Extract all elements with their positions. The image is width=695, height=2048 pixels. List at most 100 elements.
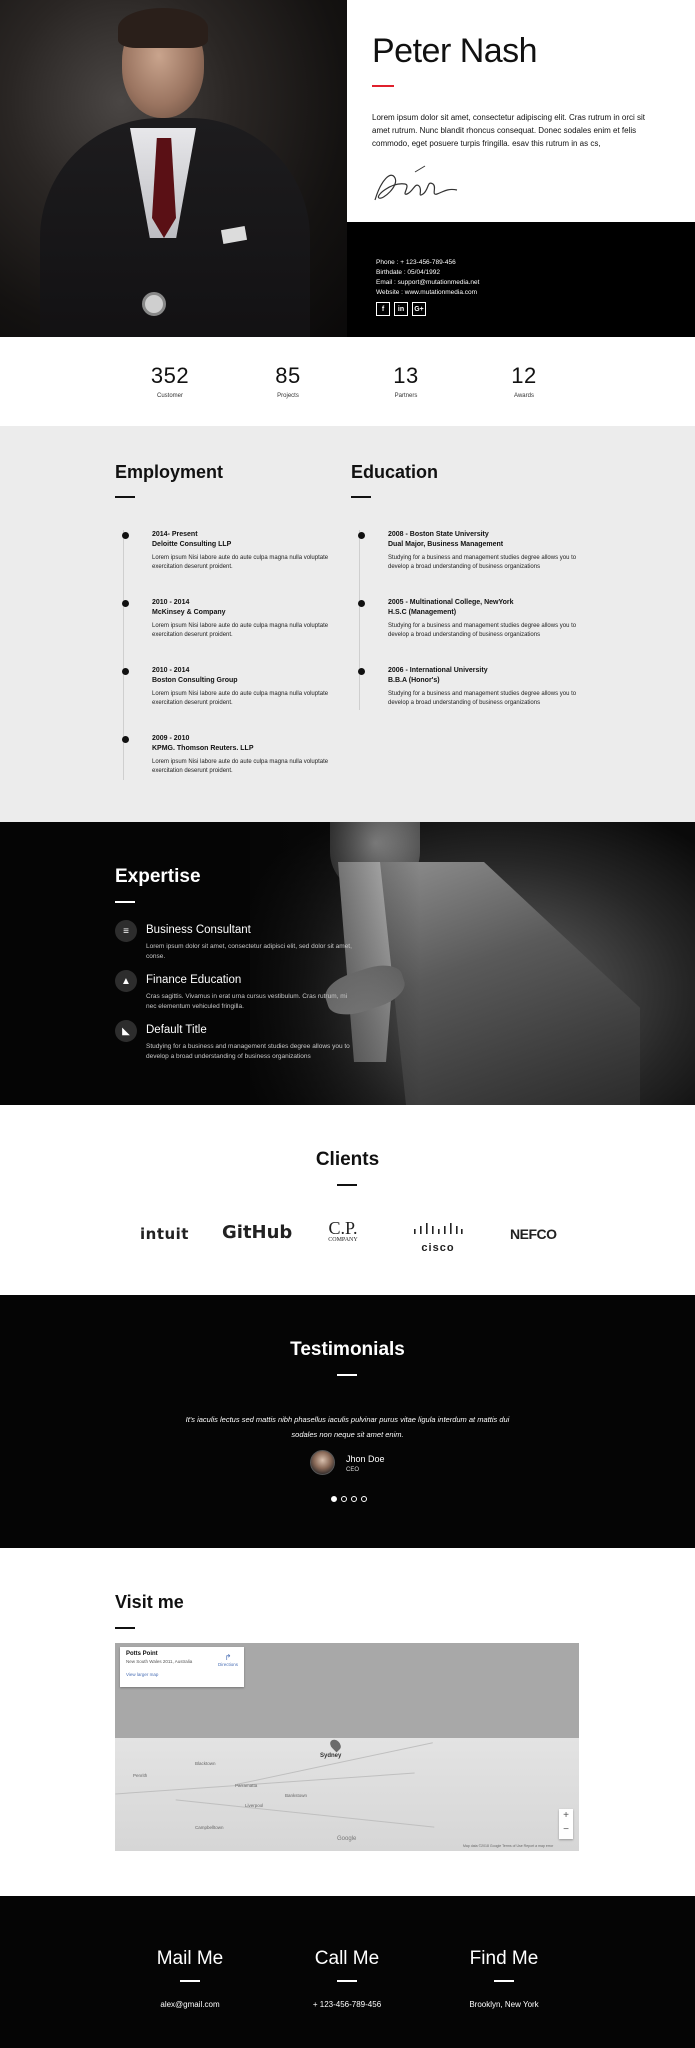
visit-section: Visit me Penrith Parramatta Blacktown Ca… (0, 1548, 695, 1896)
call-column: Call Me + 123-456-789-456 (257, 1948, 437, 2009)
call-value[interactable]: + 123-456-789-456 (257, 2000, 437, 2009)
email-text: Email : support@mutationmedia.net (376, 279, 480, 286)
clients-title: Clients (315, 1149, 380, 1170)
cp-logo-mark: C.P. (328, 1218, 358, 1238)
education-desc: Studying for a business and management s… (388, 691, 577, 706)
expertise-name: Default Title (146, 1024, 207, 1036)
testimonial-quote: It's iaculis lectus sed mattis nibh phas… (185, 1415, 510, 1439)
employment-item: 2014- Present Deloitte Consulting LLP Lo… (122, 530, 332, 572)
call-divider (337, 1980, 357, 1982)
employment-item: 2010 - 2014 McKinsey & Company Lorem ips… (122, 598, 332, 640)
stat-customer: 352 Customer (120, 363, 220, 399)
stats-section: 352 Customer 85 Projects 13 Partners 12 … (0, 337, 695, 426)
education-degree: Dual Major, Business Management (388, 541, 504, 548)
carousel-dot[interactable] (331, 1496, 337, 1502)
education-degree: B.B.A (Honor's) (388, 677, 440, 684)
google-plus-icon[interactable]: G+ (412, 302, 426, 316)
employment-org: KPMG. Thomson Reuters. LLP (152, 745, 254, 752)
linkedin-icon[interactable]: in (394, 302, 408, 316)
employment-item: 2009 - 2010 KPMG. Thomson Reuters. LLP L… (122, 734, 332, 776)
testimonials-divider (337, 1374, 357, 1376)
mail-value[interactable]: alex@gmail.com (100, 2000, 280, 2009)
employment-divider (115, 496, 135, 498)
employment-desc: Lorem ipsum Nisi labore aute do aute cul… (152, 691, 329, 706)
directions-button[interactable]: ↱ Directions (218, 1653, 238, 1667)
view-larger-map-link[interactable]: View larger map (126, 1672, 238, 1677)
expertise-desc: Cras sagittis. Vivamus in erat urna curs… (146, 993, 348, 1010)
education-item: 2006 - International University B.B.A (H… (358, 666, 588, 708)
employment-desc: Lorem ipsum Nisi labore aute do aute cul… (152, 759, 329, 774)
expertise-desc: Lorem ipsum dolor sit amet, consectetur … (146, 943, 352, 960)
carousel-dot[interactable] (341, 1496, 347, 1502)
education-item: 2005 - Multinational College, NewYork H.… (358, 598, 588, 640)
education-desc: Studying for a business and management s… (388, 555, 577, 570)
carousel-dot[interactable] (361, 1496, 367, 1502)
stat-value: 12 (511, 363, 537, 388)
employment-date: 2009 - 2010 (152, 735, 190, 742)
clients-divider (337, 1184, 357, 1186)
expertise-title: Expertise (115, 866, 201, 887)
employment-org: McKinsey & Company (152, 609, 226, 616)
find-divider (494, 1980, 514, 1982)
map-city-label: Sydney (320, 1753, 342, 1759)
avatar (310, 1450, 335, 1475)
github-logo: GitHub (222, 1222, 293, 1243)
education-degree: H.S.C (Management) (388, 609, 457, 616)
contact-section: Mail Me alex@gmail.com Call Me + 123-456… (0, 1896, 695, 2048)
call-title: Call Me (314, 1948, 380, 1969)
mail-divider (180, 1980, 200, 1982)
employment-org: Deloitte Consulting LLP (152, 541, 232, 548)
timeline-dot (122, 736, 129, 743)
timeline-dot (358, 668, 365, 675)
education-date: 2008 - Boston State University (388, 531, 489, 538)
education-divider (351, 496, 371, 498)
visit-title: Visit me (115, 1592, 184, 1612)
employment-org: Boston Consulting Group (152, 677, 238, 684)
location-map[interactable]: Penrith Parramatta Blacktown Campbelltow… (115, 1643, 579, 1851)
timeline-dot (358, 600, 365, 607)
education-item: 2008 - Boston State University Dual Majo… (358, 530, 588, 572)
zoom-in-button[interactable]: + (559, 1809, 573, 1823)
birthdate-text: Birthdate : 05/04/1992 (376, 269, 440, 276)
employment-desc: Lorem ipsum Nisi labore aute do aute cul… (152, 555, 329, 570)
person-name: Peter Nash (372, 32, 538, 70)
map-attribution: Map data ©2018 Google Terms of Use Repor… (463, 1844, 554, 1848)
employment-title: Employment (115, 462, 224, 482)
expertise-name: Business Consultant (146, 924, 251, 936)
employment-desc: Lorem ipsum Nisi labore aute do aute cul… (152, 623, 329, 638)
stat-projects: 85 Projects (238, 363, 338, 399)
facebook-icon[interactable]: f (376, 302, 390, 316)
stat-label: Projects (277, 393, 299, 399)
zoom-out-button[interactable]: − (559, 1823, 573, 1837)
find-column: Find Me Brooklyn, New York (414, 1948, 594, 2009)
map-label: Penrith (133, 1773, 148, 1778)
stat-label: Partners (394, 393, 418, 399)
cisco-bars-icon (414, 1223, 463, 1234)
expertise-section: Expertise ≡ Business Consultant Lorem ip… (0, 822, 695, 1105)
testimonial-role: CEO (346, 1467, 360, 1473)
resume-section: Employment 2014- Present Deloitte Consul… (0, 426, 695, 822)
employment-date: 2010 - 2014 (152, 599, 190, 606)
bio-text: Lorem ipsum dolor sit amet, consectetur … (372, 113, 645, 148)
stat-label: Customer (156, 393, 183, 399)
testimonials-section: Testimonials It's iaculis lectus sed mat… (0, 1295, 695, 1548)
expertise-desc: Studying for a business and management s… (146, 1043, 350, 1060)
contact-details: Phone : + 123-456-789-456 Birthdate : 05… (376, 258, 479, 298)
testimonials-title: Testimonials (290, 1339, 405, 1360)
google-logo: Google (337, 1836, 357, 1842)
area-chart-icon: ◣ (115, 1020, 137, 1042)
cisco-logo: cisco (412, 1222, 464, 1254)
timeline-dot (122, 668, 129, 675)
intuit-logo: intuit (140, 1225, 189, 1243)
employment-date: 2014- Present (152, 531, 198, 538)
stat-awards: 12 Awards (474, 363, 574, 399)
map-label: Campbelltown (195, 1825, 224, 1830)
zoom-controls: + − (559, 1809, 573, 1839)
mail-column: Mail Me alex@gmail.com (100, 1948, 280, 2009)
clients-section: Clients intuit GitHub C.P. COMPANY cisco… (0, 1105, 695, 1295)
mail-title: Mail Me (156, 1948, 224, 1969)
map-info-card: Potts Point New South Wales 2011, Austra… (120, 1647, 244, 1687)
education-desc: Studying for a business and management s… (388, 623, 577, 638)
carousel-dot[interactable] (351, 1496, 357, 1502)
stat-label: Awards (514, 393, 534, 399)
